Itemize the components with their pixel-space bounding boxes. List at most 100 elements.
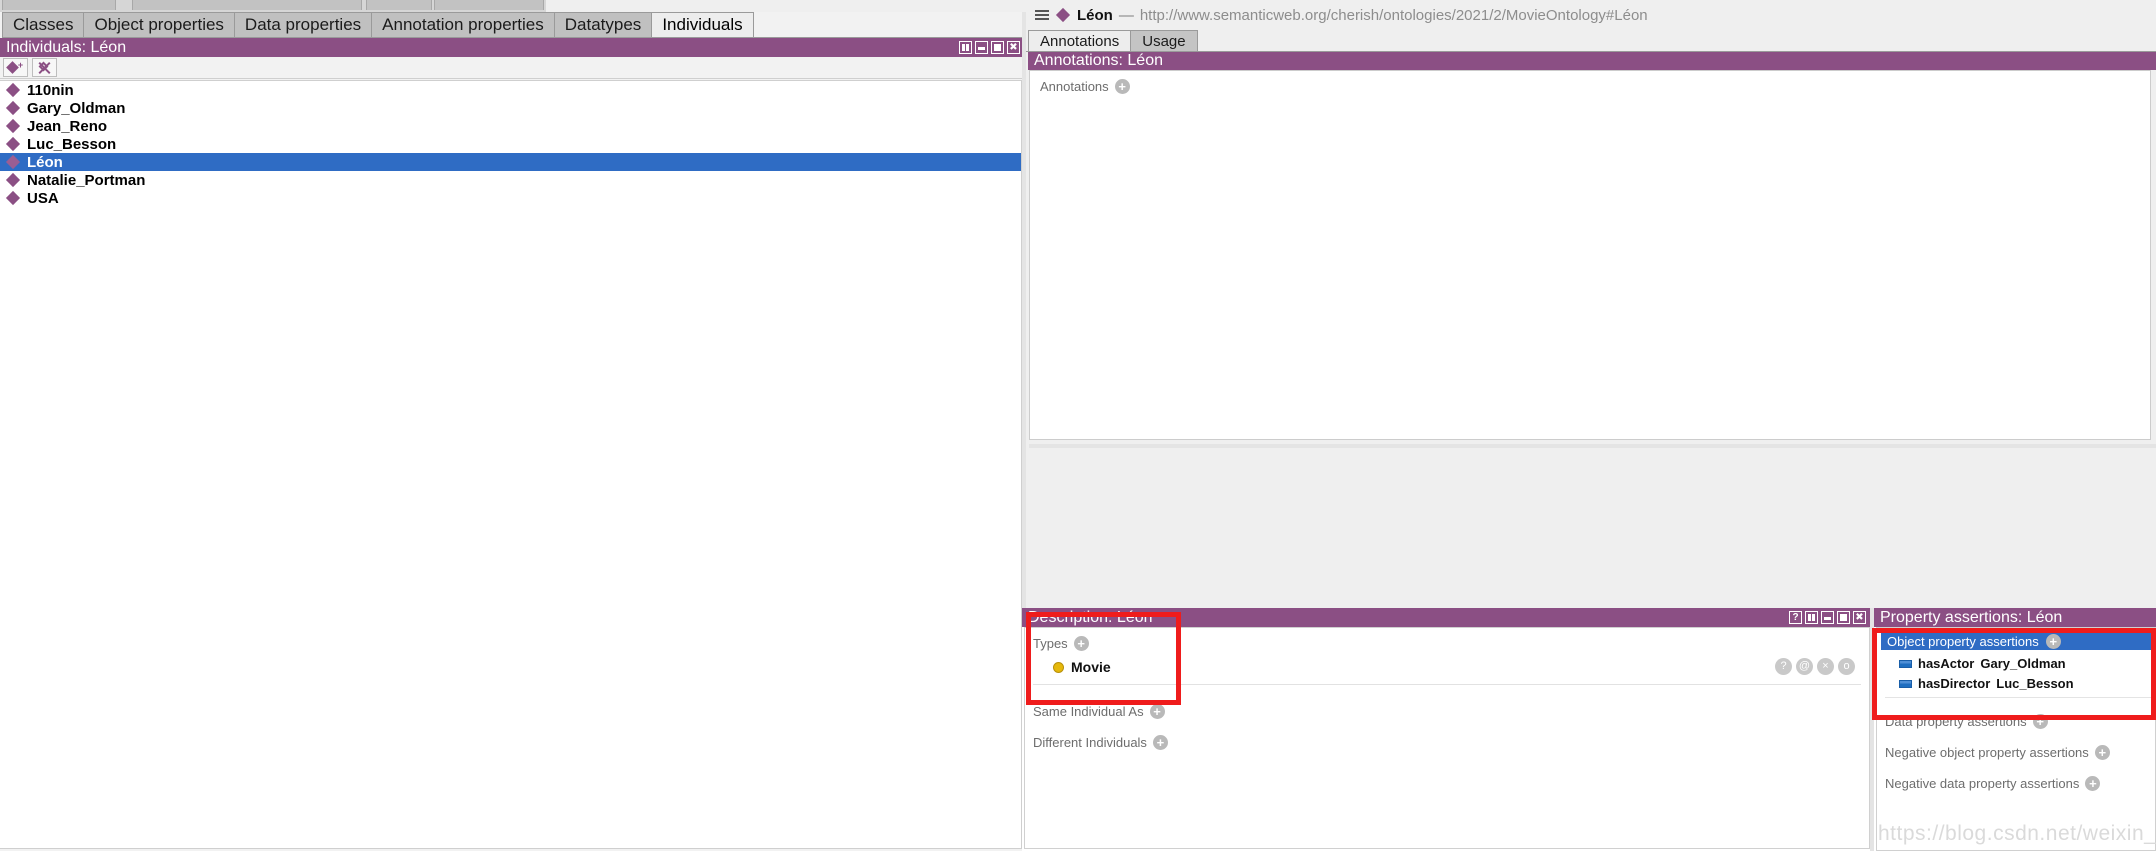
list-item-label: Natalie_Portman <box>27 171 146 189</box>
types-section: Types + Movie <box>1033 636 1111 675</box>
description-window-controls: ? ✖ <box>1789 611 1872 624</box>
add-object-property-assertion-button[interactable]: + <box>2045 634 2061 649</box>
add-data-property-assertion-button[interactable]: + <box>2032 714 2048 729</box>
property-assertions-panel-title-label: Property assertions: Léon <box>1880 608 2063 626</box>
assertion-value-label: Luc_Besson <box>1996 676 2074 691</box>
tab-datatypes[interactable]: Datatypes <box>553 12 653 38</box>
tab-annotations[interactable]: Annotations <box>1028 30 1132 52</box>
close-icon[interactable]: ✖ <box>1853 611 1866 624</box>
individuals-pane: Classes Object properties Data propertie… <box>0 12 1026 851</box>
individuals-toolbar: + <box>0 57 1026 79</box>
different-individuals-section: Different Individuals + <box>1033 735 1168 750</box>
minimize-icon[interactable] <box>1821 611 1834 624</box>
individuals-list[interactable]: 110nin Gary_Oldman Jean_Reno Luc_Besson … <box>0 80 1022 849</box>
individual-diamond-icon <box>1055 7 1071 23</box>
add-type-button[interactable]: + <box>1073 636 1089 651</box>
delete-circle-icon[interactable]: × <box>1817 658 1834 675</box>
tab-object-properties[interactable]: Object properties <box>83 12 235 38</box>
add-individual-button[interactable]: + <box>3 58 28 77</box>
different-individuals-label: Different Individuals <box>1033 735 1147 750</box>
at-circle-icon[interactable]: @ <box>1796 658 1813 675</box>
individual-diamond-icon <box>5 118 21 134</box>
individuals-panel-title-label: Individuals: Léon <box>6 38 127 56</box>
class-circle-icon <box>1053 661 1064 673</box>
ghost-tab-4[interactable] <box>434 0 544 10</box>
list-item[interactable]: Jean_Reno <box>0 117 1021 135</box>
object-property-assertion-item[interactable]: hasDirector Luc_Besson <box>1899 676 2074 691</box>
maximize-icon[interactable] <box>991 41 1004 54</box>
list-item[interactable]: 110nin <box>0 81 1021 99</box>
individual-diamond-icon <box>5 82 21 98</box>
object-property-icon <box>1899 659 1912 668</box>
list-item[interactable]: USA <box>0 189 1021 207</box>
list-item[interactable]: Luc_Besson <box>0 135 1021 153</box>
tab-datatypes-label: Datatypes <box>564 15 642 34</box>
hamburger-icon[interactable] <box>1035 9 1049 21</box>
close-icon[interactable]: ✖ <box>1007 41 1020 54</box>
negative-object-property-assertions-label: Negative object property assertions <box>1885 745 2089 760</box>
add-negative-data-property-assertion-button[interactable]: + <box>2085 776 2101 791</box>
plus-glyph: + <box>17 59 24 70</box>
tab-data-properties[interactable]: Data properties <box>233 12 373 38</box>
list-item-label: Léon <box>27 153 63 171</box>
tab-object-properties-label: Object properties <box>94 15 224 34</box>
ghost-tab-1[interactable] <box>2 0 116 10</box>
negative-object-property-assertions-section: Negative object property assertions + <box>1885 745 2110 760</box>
add-negative-object-property-assertion-button[interactable]: + <box>2094 745 2110 760</box>
property-assertions-panel-title: Property assertions: Léon <box>1874 608 2156 627</box>
different-individuals-row: Different Individuals + <box>1033 735 1168 750</box>
negative-data-property-assertions-label: Negative data property assertions <box>1885 776 2080 791</box>
tab-classes-label: Classes <box>13 15 74 34</box>
description-panel-title-label: Description: Léon <box>1028 608 1153 626</box>
object-property-assertion-item[interactable]: hasActor Gary_Oldman <box>1899 656 2066 671</box>
tab-classes[interactable]: Classes <box>2 12 85 38</box>
protege-window: Classes Object properties Data propertie… <box>0 0 2156 851</box>
pane-gap <box>1029 448 2156 608</box>
types-section-divider <box>1033 684 1861 685</box>
add-individual-icon <box>5 61 19 74</box>
entity-iri: http://www.semanticweb.org/cherish/ontol… <box>1139 6 1648 24</box>
list-item[interactable]: Natalie_Portman <box>0 171 1021 189</box>
type-item-label: Movie <box>1071 659 1111 675</box>
list-item[interactable]: Gary_Oldman <box>0 99 1021 117</box>
tab-annotation-properties[interactable]: Annotation properties <box>371 12 555 38</box>
help-icon[interactable]: ? <box>1789 611 1802 624</box>
annotations-panel-body: Annotations + <box>1029 70 2151 440</box>
list-item-label: Jean_Reno <box>27 117 108 135</box>
delete-individual-button[interactable] <box>32 58 57 77</box>
assertion-property-label: hasDirector <box>1918 676 1991 691</box>
add-same-individual-button[interactable]: + <box>1149 704 1165 719</box>
tab-usage[interactable]: Usage <box>1130 30 1198 52</box>
list-item-label: Gary_Oldman <box>27 99 126 117</box>
individuals-panel-title: Individuals: Léon ✖ <box>0 38 1026 57</box>
edit-circle-icon[interactable]: o <box>1838 658 1855 675</box>
types-row: Types + <box>1033 636 1111 651</box>
individual-diamond-icon <box>5 172 21 188</box>
type-item[interactable]: Movie <box>1053 659 1111 675</box>
split-icon[interactable] <box>959 41 972 54</box>
split-icon[interactable] <box>1805 611 1818 624</box>
minimize-icon[interactable] <box>975 41 988 54</box>
tab-annotations-label: Annotations <box>1040 33 1120 50</box>
object-property-assertions-row[interactable]: Object property assertions + <box>1881 633 2155 650</box>
add-annotation-button[interactable]: + <box>1114 79 1130 94</box>
individuals-window-controls: ✖ <box>959 41 1026 54</box>
list-item-selected[interactable]: Léon <box>0 153 1021 171</box>
list-item-label: Luc_Besson <box>27 135 117 153</box>
entity-name: Léon <box>1077 6 1113 24</box>
individual-diamond-icon <box>5 100 21 116</box>
ghost-tab-3[interactable] <box>366 0 432 10</box>
tab-annotation-properties-label: Annotation properties <box>382 15 544 34</box>
annotations-panel-title-label: Annotations: Léon <box>1034 52 1163 69</box>
individual-diamond-icon <box>5 154 21 170</box>
help-circle-icon[interactable]: ? <box>1775 658 1792 675</box>
annotations-panel-title: Annotations: Léon <box>1028 52 2156 70</box>
list-item-label: 110nin <box>27 81 74 99</box>
ghost-tab-2[interactable] <box>132 0 362 10</box>
negative-object-property-assertions-row: Negative object property assertions + <box>1885 745 2110 760</box>
add-different-individuals-button[interactable]: + <box>1152 735 1168 750</box>
tab-individuals[interactable]: Individuals <box>651 12 754 38</box>
maximize-icon[interactable] <box>1837 611 1850 624</box>
property-assertions-panel: Property assertions: Léon Object propert… <box>1874 608 2156 851</box>
object-property-icon <box>1899 679 1912 688</box>
